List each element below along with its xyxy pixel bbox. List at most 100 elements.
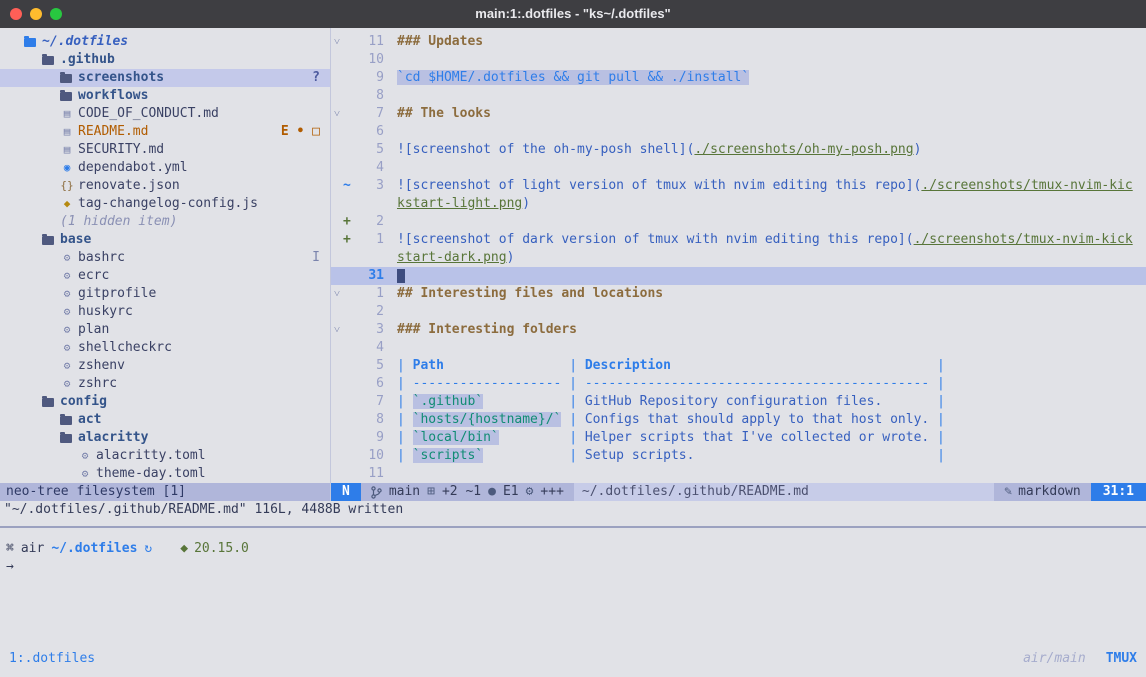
editor-line[interactable]: 5| Path | Description |	[331, 357, 1146, 375]
editor-line[interactable]: 6	[331, 123, 1146, 141]
editor-buffer[interactable]: ˅11### Updates109`cd $HOME/.dotfiles && …	[331, 28, 1146, 483]
line-content: ![screenshot of dark version of tmux wit…	[391, 231, 1146, 249]
shell-pane[interactable]: ⌘ air ~/.dotfiles ↻ ◆ 20.15.0 →	[0, 528, 1146, 641]
titlebar: main:1:.dotfiles - "ks~/.dotfiles"	[0, 0, 1146, 28]
tree-item-github[interactable]: .github	[0, 51, 330, 69]
terminal-window: main:1:.dotfiles - "ks~/.dotfiles" ~/.do…	[0, 0, 1146, 677]
line-number: 7	[354, 393, 391, 411]
yaml-icon: ◉	[60, 159, 74, 177]
nvim-pane: ~/.dotfiles.githubscreenshots?workflows▤…	[0, 28, 1146, 519]
tree-item-shellcheckrc[interactable]: ⚙shellcheckrc	[0, 339, 330, 357]
tree-item-label: dependabot.yml	[78, 159, 188, 177]
tree-item-gitprofile[interactable]: ⚙gitprofile	[0, 285, 330, 303]
editor-line[interactable]: +2	[331, 213, 1146, 231]
editor-line[interactable]: ~3![screenshot of light version of tmux …	[331, 177, 1146, 195]
tree-item-label: theme-day.toml	[96, 465, 206, 483]
editor-line[interactable]: kstart-light.png)	[331, 195, 1146, 213]
prompt-arrow-icon: →	[6, 559, 14, 574]
tree-item-dotfiles[interactable]: ~/.dotfiles	[0, 33, 330, 51]
tree-item-config[interactable]: config	[0, 393, 330, 411]
tree-item-dependabot-yml[interactable]: ◉dependabot.yml	[0, 159, 330, 177]
line-number: 6	[354, 123, 391, 141]
tree-item-label: bashrc	[78, 249, 125, 267]
text-segment: `.github`	[413, 394, 483, 409]
git-sign	[343, 447, 354, 465]
folder-icon	[60, 74, 72, 83]
fold-marker-icon	[331, 447, 343, 465]
tree-item-code-of-conduct-md[interactable]: ▤CODE_OF_CONDUCT.md	[0, 105, 330, 123]
tree-item-alacritty[interactable]: alacritty	[0, 429, 330, 447]
tree-item-alacritty-toml[interactable]: ⚙alacritty.toml	[0, 447, 330, 465]
editor-line[interactable]: 8	[331, 87, 1146, 105]
editor-line[interactable]: 7| `.github` | GitHub Repository configu…	[331, 393, 1146, 411]
tree-item-zshrc[interactable]: ⚙zshrc	[0, 375, 330, 393]
editor-line[interactable]: 10| `scripts` | Setup scripts. |	[331, 447, 1146, 465]
tree-item-screenshots[interactable]: screenshots?	[0, 69, 330, 87]
node-version: 20.15.0	[194, 540, 249, 558]
editor-line[interactable]: 9`cd $HOME/.dotfiles && git pull && ./in…	[331, 69, 1146, 87]
filetype-label: markdown	[1018, 483, 1081, 501]
config-gear-icon: ⚙	[60, 285, 74, 303]
line-content	[391, 267, 1146, 285]
editor-line[interactable]: +1![screenshot of dark version of tmux w…	[331, 231, 1146, 249]
line-number: 3	[354, 321, 391, 339]
tree-item-security-md[interactable]: ▤SECURITY.md	[0, 141, 330, 159]
tree-item-readme-md[interactable]: ▤README.mdE • □	[0, 123, 330, 141]
fold-marker-icon[interactable]: ˅	[331, 285, 343, 303]
tree-item-theme-day-toml[interactable]: ⚙theme-day.toml	[0, 465, 330, 483]
text-segment: `scripts`	[413, 448, 483, 463]
editor-line[interactable]: ˅1## Interesting files and locations	[331, 285, 1146, 303]
text-segment	[694, 448, 929, 463]
editor-line[interactable]: 9| `local/bin` | Helper scripts that I'v…	[331, 429, 1146, 447]
fold-marker-icon	[331, 411, 343, 429]
tree-item-renovate-json[interactable]: {}renovate.json	[0, 177, 330, 195]
tree-item-label: SECURITY.md	[78, 141, 164, 159]
editor-line[interactable]: 8| `hosts/{hostname}/` | Configs that sh…	[331, 411, 1146, 429]
line-number: 4	[354, 159, 391, 177]
fold-marker-icon[interactable]: ˅	[331, 33, 343, 51]
editor-line[interactable]: ˅3### Interesting folders	[331, 321, 1146, 339]
minimize-button[interactable]	[30, 8, 42, 20]
pencil-icon: ✎	[1004, 483, 1012, 501]
tree-item-workflows[interactable]: workflows	[0, 87, 330, 105]
text-segment: |	[561, 358, 584, 373]
editor-line[interactable]: 5![screenshot of the oh-my-posh shell](.…	[331, 141, 1146, 159]
tree-item-bashrc[interactable]: ⚙bashrcI	[0, 249, 330, 267]
tree-item-plan[interactable]: ⚙plan	[0, 321, 330, 339]
editor-line[interactable]: 4	[331, 159, 1146, 177]
close-button[interactable]	[10, 8, 22, 20]
text-segment: ![screenshot of the oh-my-posh shell](	[397, 142, 694, 157]
editor-line[interactable]: 6| ------------------- | ---------------…	[331, 375, 1146, 393]
tree-item-huskyrc[interactable]: ⚙huskyrc	[0, 303, 330, 321]
fullscreen-button[interactable]	[50, 8, 62, 20]
line-number: 2	[354, 213, 391, 231]
editor-line[interactable]: 2	[331, 303, 1146, 321]
editor-line[interactable]: ˅11### Updates	[331, 33, 1146, 51]
tree-item-ecrc[interactable]: ⚙ecrc	[0, 267, 330, 285]
tree-item-tag-changelog-config-js[interactable]: ◆tag-changelog-config.js	[0, 195, 330, 213]
tree-item-base[interactable]: base	[0, 231, 330, 249]
line-number: 5	[354, 141, 391, 159]
fold-marker-icon[interactable]: ˅	[331, 321, 343, 339]
tree-item-label: alacritty	[78, 429, 148, 447]
editor-line[interactable]: start-dark.png)	[331, 249, 1146, 267]
fold-marker-icon	[331, 141, 343, 159]
git-branch-icon	[371, 486, 382, 499]
git-sign	[343, 303, 354, 321]
tmux-statusbar: 1:.dotfiles air/main TMUX	[0, 641, 1146, 677]
editor-line[interactable]: ˅7## The looks	[331, 105, 1146, 123]
tree-item-act[interactable]: act	[0, 411, 330, 429]
folder-icon	[60, 434, 72, 443]
editor-line[interactable]: 4	[331, 339, 1146, 357]
tree-item-zshenv[interactable]: ⚙zshenv	[0, 357, 330, 375]
tmux-window-name[interactable]: 1:.dotfiles	[9, 650, 95, 668]
editor-line[interactable]: 10	[331, 51, 1146, 69]
tree-item-label: ecrc	[78, 267, 109, 285]
cursor-position: 31:1	[1091, 483, 1146, 501]
fold-marker-icon	[331, 429, 343, 447]
editor-line[interactable]: 31	[331, 267, 1146, 285]
editor-line[interactable]: 11	[331, 465, 1146, 483]
fold-marker-icon[interactable]: ˅	[331, 105, 343, 123]
folder-icon	[42, 236, 54, 245]
tree-item-1-hidden-item[interactable]: (1 hidden item)	[0, 213, 330, 231]
